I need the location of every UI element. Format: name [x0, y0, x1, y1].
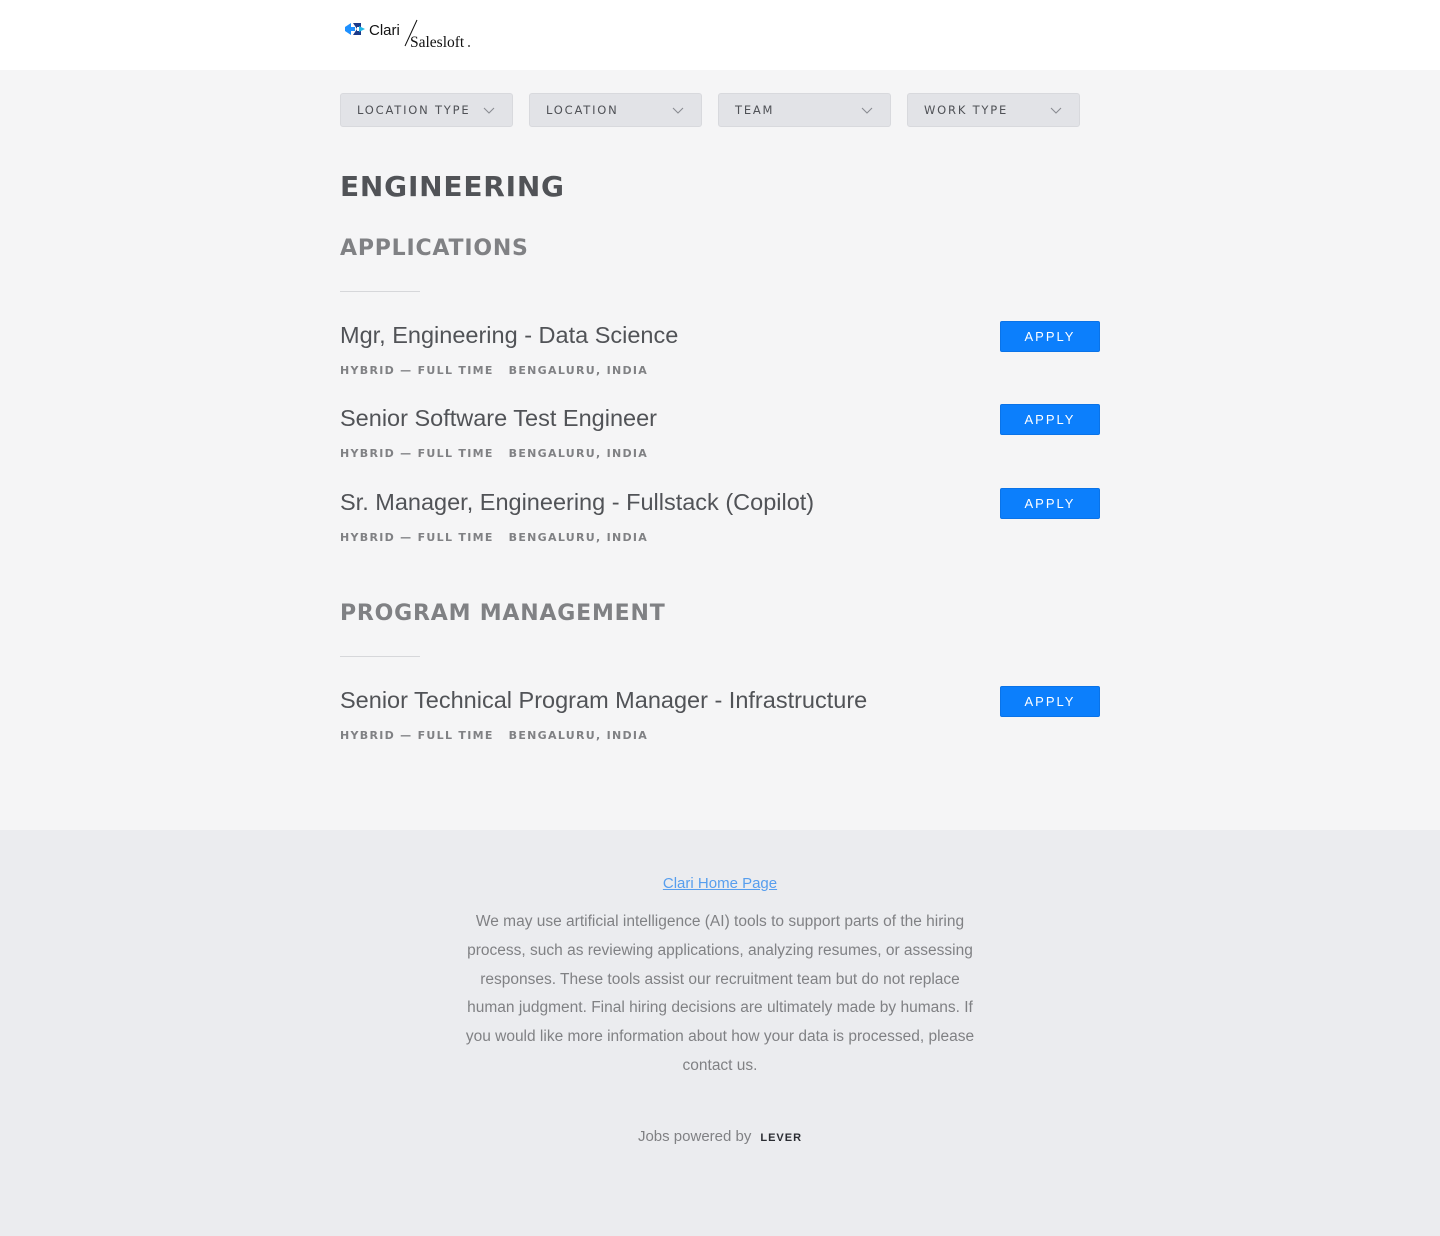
posting-title-link[interactable]: Senior Technical Program Manager - Infra… [340, 687, 867, 714]
chevron-down-icon [672, 107, 684, 114]
posting: Senior Technical Program Manager - Infra… [340, 686, 1100, 747]
apply-button[interactable]: APPLY [1000, 321, 1100, 352]
posting-meta: HYBRID — FULL TIME BENGALURU, INDIA [340, 531, 648, 544]
posting-commitment: HYBRID — FULL TIME [340, 531, 494, 544]
filter-team[interactable]: TEAM [718, 93, 891, 127]
posting-location: BENGALURU, INDIA [508, 729, 649, 742]
posting-title-link[interactable]: Senior Software Test Engineer [340, 405, 657, 432]
posting-location: BENGALURU, INDIA [508, 447, 649, 460]
posting: Mgr, Engineering - Data Science HYBRID —… [340, 321, 1100, 382]
posting-commitment: HYBRID — FULL TIME [340, 447, 494, 460]
team-divider [340, 656, 420, 657]
apply-button[interactable]: APPLY [1000, 686, 1100, 717]
filter-work-type[interactable]: WORK TYPE [907, 93, 1080, 127]
posting-title-link[interactable]: Sr. Manager, Engineering - Fullstack (Co… [340, 489, 814, 516]
filter-label: TEAM [735, 103, 775, 117]
filter-location[interactable]: LOCATION [529, 93, 702, 127]
team-title-applications: APPLICATIONS [340, 236, 529, 261]
posting-location: BENGALURU, INDIA [508, 364, 649, 377]
home-page-link-row: Clari Home Page [0, 875, 1440, 892]
chevron-down-icon [861, 107, 873, 114]
site-header: Clari Salesloft [0, 0, 1440, 70]
powered-by: Jobs powered by LEVER [0, 1128, 1440, 1145]
clari-salesloft-logo[interactable]: Clari Salesloft [343, 18, 473, 52]
powered-by-text: Jobs powered by [637, 1128, 752, 1145]
posting-commitment: HYBRID — FULL TIME [340, 729, 494, 742]
logo-text-secondary: Salesloft [410, 34, 465, 51]
lever-logo[interactable]: LEVER [760, 1132, 802, 1144]
site-footer: Clari Home Page We may use artificial in… [0, 830, 1440, 1236]
filter-bar: LOCATION TYPE LOCATION TEAM WORK TYPE [340, 93, 1080, 127]
posting-commitment: HYBRID — FULL TIME [340, 364, 494, 377]
team-title-program-management: PROGRAM MANAGEMENT [340, 601, 666, 626]
logo-text-primary: Clari [369, 22, 400, 39]
posting-meta: HYBRID — FULL TIME BENGALURU, INDIA [340, 729, 648, 742]
chevron-down-icon [1050, 107, 1062, 114]
chevron-down-icon [483, 107, 495, 114]
posting-meta: HYBRID — FULL TIME BENGALURU, INDIA [340, 447, 648, 460]
clari-logo-icon [345, 23, 365, 35]
filter-label: LOCATION [546, 103, 619, 117]
posting-location: BENGALURU, INDIA [508, 531, 649, 544]
filter-label: WORK TYPE [924, 103, 1009, 117]
posting: Sr. Manager, Engineering - Fullstack (Co… [340, 488, 1100, 549]
apply-button[interactable]: APPLY [1000, 488, 1100, 519]
posting-title-link[interactable]: Mgr, Engineering - Data Science [340, 322, 678, 349]
team-divider [340, 291, 420, 292]
posting: Senior Software Test Engineer HYBRID — F… [340, 404, 1100, 465]
filter-label: LOCATION TYPE [357, 103, 471, 117]
department-title: ENGINEERING [340, 170, 565, 203]
ai-notice: We may use artificial intelligence (AI) … [465, 913, 975, 1074]
apply-button[interactable]: APPLY [1000, 404, 1100, 435]
posting-meta: HYBRID — FULL TIME BENGALURU, INDIA [340, 364, 648, 377]
filter-location-type[interactable]: LOCATION TYPE [340, 93, 513, 127]
home-page-link[interactable]: Clari Home Page [663, 875, 777, 892]
